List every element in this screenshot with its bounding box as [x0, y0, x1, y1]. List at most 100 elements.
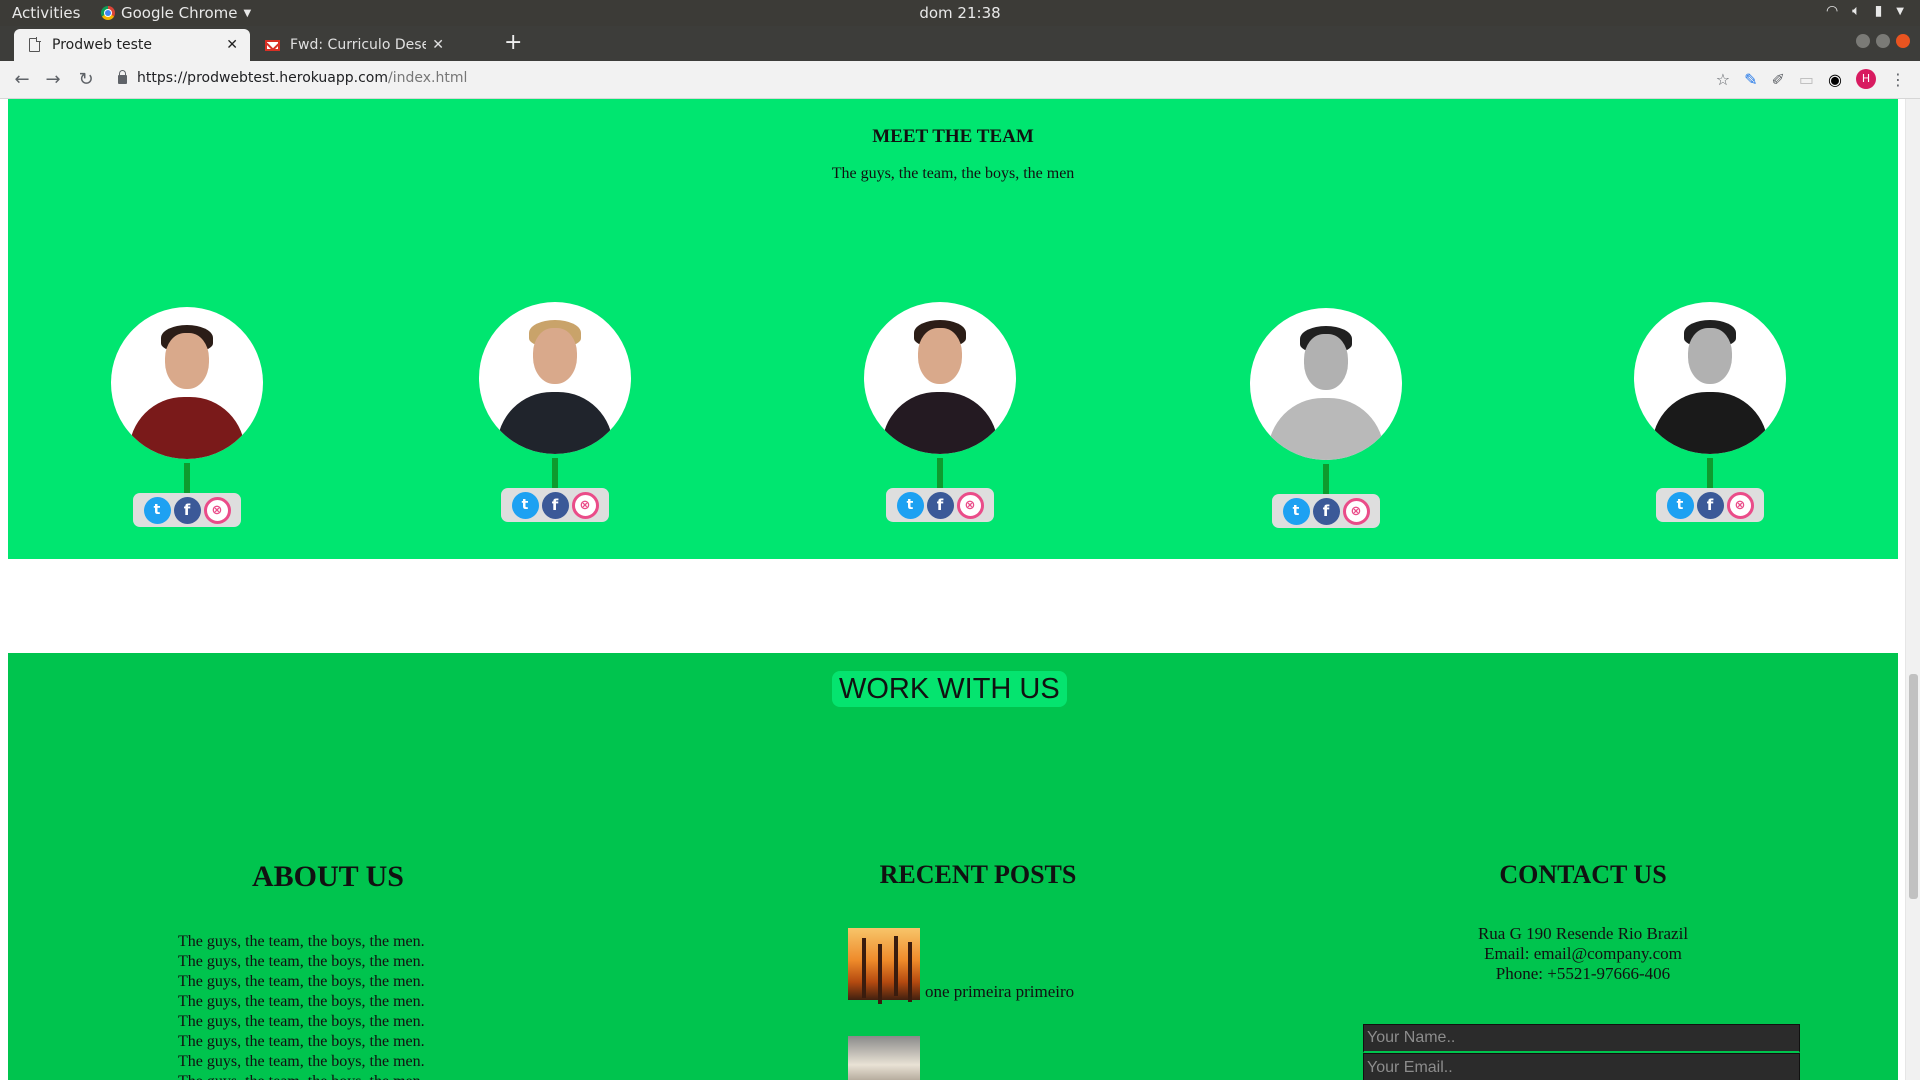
profile-avatar[interactable]: H [1856, 69, 1876, 89]
member-photo [111, 307, 263, 459]
dribbble-icon[interactable]: ⊗ [203, 496, 231, 524]
facebook-icon[interactable]: f [926, 491, 954, 519]
connector-line [1323, 464, 1329, 494]
social-links: t f ⊗ [133, 493, 241, 527]
extension-chat-icon[interactable]: ▭ [1799, 70, 1814, 89]
maximize-icon[interactable] [1876, 34, 1890, 48]
scrollbar-thumb[interactable] [1909, 674, 1918, 899]
system-tray[interactable]: ◠ 🔈︎ ▮ ▼ [1826, 3, 1904, 19]
bookmark-star-icon[interactable]: ☆ [1716, 70, 1730, 89]
twitter-icon[interactable]: t [511, 491, 539, 519]
close-tab-icon[interactable]: ✕ [226, 37, 238, 53]
facebook-icon[interactable]: f [1312, 497, 1340, 525]
connector-line [1707, 458, 1713, 488]
window-controls [1856, 34, 1910, 48]
twitter-icon[interactable]: t [1282, 497, 1310, 525]
connector-line [184, 463, 190, 493]
contact-title: CONTACT US [1499, 860, 1667, 889]
app-menu[interactable]: Google Chrome ▼ [101, 4, 251, 22]
post-title[interactable]: one primeira primeiro [925, 983, 1074, 1000]
contact-column: CONTACT US Rua G 190 Resende Rio Brazil … [1363, 860, 1803, 1080]
name-field[interactable] [1363, 1024, 1800, 1053]
about-line: The guys, the team, the boys, the men. [178, 1013, 425, 1030]
twitter-icon[interactable]: t [1666, 491, 1694, 519]
team-member: t f ⊗ [475, 302, 635, 522]
member-photo [864, 302, 1016, 454]
contact-info: Rua G 190 Resende Rio Brazil Email: emai… [1363, 924, 1803, 984]
system-menu-arrow-icon: ▼ [1896, 5, 1904, 17]
about-line: The guys, the team, the boys, the men. [178, 1053, 425, 1070]
post-item[interactable] [848, 1036, 1108, 1080]
social-links: t f ⊗ [1656, 488, 1764, 522]
connector-line [937, 458, 943, 488]
recent-posts-column: RECENT POSTS one primeira primeiro [848, 860, 1108, 1080]
work-section: WORK WITH US ABOUT US The guys, the team… [8, 653, 1898, 1080]
forward-icon[interactable]: → [41, 68, 65, 92]
page-viewport: MEET THE TEAM The guys, the team, the bo… [0, 99, 1905, 1080]
social-links: t f ⊗ [886, 488, 994, 522]
facebook-icon[interactable]: f [173, 496, 201, 524]
team-member: t f ⊗ [107, 307, 267, 527]
address-bar[interactable]: https://prodwebtest.herokuapp.com/index.… [118, 70, 467, 86]
dribbble-icon[interactable]: ⊗ [1342, 497, 1370, 525]
extension-feather-icon[interactable]: ✎ [1744, 70, 1757, 89]
activities-button[interactable]: Activities [12, 4, 80, 22]
about-line: The guys, the team, the boys, the men. [178, 1072, 478, 1080]
dribbble-icon[interactable]: ⊗ [1726, 491, 1754, 519]
team-title: MEET THE TEAM [872, 126, 1034, 147]
contact-email: Email: email@company.com [1484, 944, 1682, 963]
post-thumbnail[interactable] [848, 1036, 920, 1080]
menu-dots-icon[interactable]: ⋮ [1890, 70, 1906, 89]
extension-circle-icon[interactable]: ◉ [1828, 70, 1842, 89]
member-photo [1634, 302, 1786, 454]
member-photo [479, 302, 631, 454]
volume-icon: 🔈︎ [1852, 3, 1861, 19]
tab-prodweb[interactable]: Prodweb teste ✕ [14, 29, 250, 61]
contact-phone: Phone: +5521-97666-406 [1495, 964, 1671, 983]
work-with-us-banner: WORK WITH US [832, 671, 1067, 707]
page-icon [26, 37, 42, 53]
about-title: ABOUT US [252, 860, 404, 893]
contact-address: Rua G 190 Resende Rio Brazil [1477, 924, 1689, 943]
about-text: The guys, the team, the boys, the men. T… [178, 932, 478, 1080]
chrome-icon [101, 6, 115, 20]
about-line: The guys, the team, the boys, the men. [178, 993, 425, 1010]
team-section: MEET THE TEAM The guys, the team, the bo… [8, 99, 1898, 559]
post-thumbnail[interactable] [848, 928, 920, 1000]
wifi-icon: ◠ [1825, 3, 1839, 19]
dribbble-icon[interactable]: ⊗ [956, 491, 984, 519]
tab-gmail[interactable]: Fwd: Curriculo Desenvolv ✕ [252, 29, 456, 61]
os-top-bar: Activities Google Chrome ▼ dom 21:38 ◠ 🔈… [0, 0, 1920, 26]
about-column: ABOUT US The guys, the team, the boys, t… [178, 860, 478, 1080]
team-member: t f ⊗ [1630, 302, 1790, 522]
close-window-icon[interactable] [1896, 34, 1910, 48]
facebook-icon[interactable]: f [541, 491, 569, 519]
back-icon[interactable]: ← [10, 68, 34, 92]
twitter-icon[interactable]: t [143, 496, 171, 524]
reload-icon[interactable]: ↻ [74, 68, 98, 92]
gmail-icon [264, 37, 280, 53]
clock[interactable]: dom 21:38 [919, 4, 1000, 22]
member-photo [1250, 308, 1402, 460]
recent-posts-title: RECENT POSTS [879, 860, 1077, 889]
new-tab-button[interactable]: + [504, 30, 522, 55]
tab-title: Prodweb teste [52, 37, 152, 53]
extension-eyedropper-icon[interactable]: ✐ [1772, 70, 1785, 89]
team-member: t f ⊗ [1246, 308, 1406, 528]
lock-icon [118, 70, 127, 84]
facebook-icon[interactable]: f [1696, 491, 1724, 519]
twitter-icon[interactable]: t [896, 491, 924, 519]
page-scrollbar[interactable] [1905, 99, 1920, 1080]
email-field[interactable] [1363, 1053, 1800, 1080]
post-item[interactable]: one primeira primeiro [848, 928, 1108, 1000]
dribbble-icon[interactable]: ⊗ [571, 491, 599, 519]
app-menu-label: Google Chrome [121, 4, 238, 22]
tab-strip: Prodweb teste ✕ Fwd: Curriculo Desenvolv… [0, 26, 1920, 61]
team-subtitle: The guys, the team, the boys, the men [831, 165, 1075, 182]
team-member: t f ⊗ [860, 302, 1020, 522]
minimize-icon[interactable] [1856, 34, 1870, 48]
close-tab-icon[interactable]: ✕ [432, 37, 444, 53]
social-links: t f ⊗ [1272, 494, 1380, 528]
url-path: /index.html [388, 70, 468, 86]
tab-title: Fwd: Curriculo Desenvolv [290, 37, 427, 53]
